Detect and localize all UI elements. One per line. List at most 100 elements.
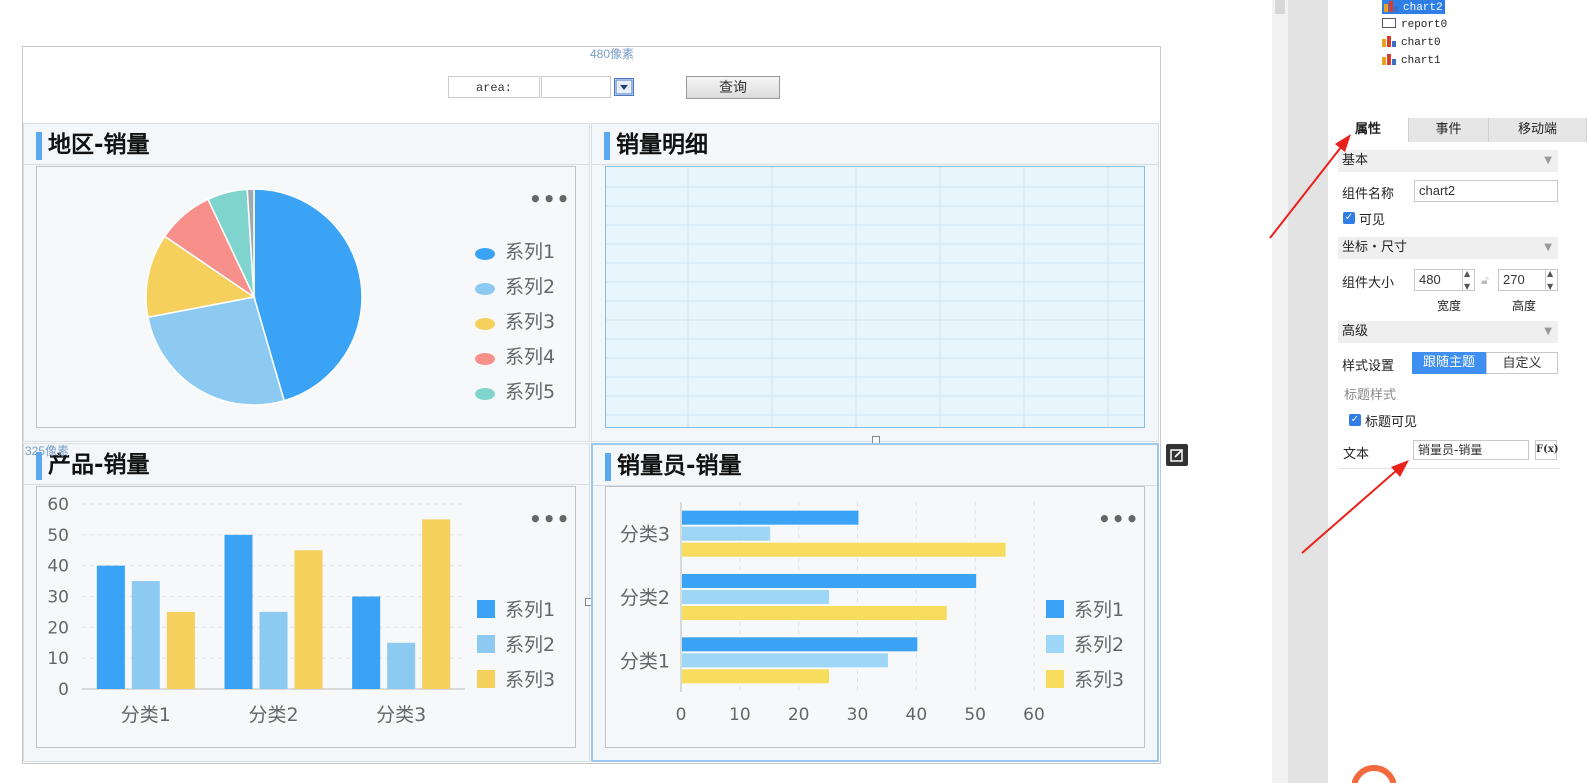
area-param-input[interactable] [541, 76, 611, 98]
bar [682, 574, 977, 588]
legend-label: 系列2 [505, 634, 556, 656]
title-text-input[interactable]: 销量员-销量 [1413, 440, 1529, 460]
legend-item[interactable]: 系列1 [475, 237, 555, 264]
tab-mobile[interactable]: 移动端 [1489, 118, 1587, 142]
legend-label: 系列1 [505, 599, 556, 621]
legend-label: 系列4 [505, 346, 556, 368]
bar [682, 637, 918, 652]
legend-label: 系列3 [1074, 669, 1125, 691]
legend-item[interactable]: 系列5 [475, 377, 555, 404]
edit-icon[interactable] [1166, 444, 1188, 466]
section-advanced[interactable]: 高级 ▼ [1338, 321, 1558, 343]
legend-item[interactable]: 系列4 [475, 342, 555, 369]
legend-label: 系列3 [505, 669, 556, 691]
legend-swatch [1046, 635, 1064, 653]
bar [682, 669, 830, 684]
style-follow-theme-button[interactable]: 跟随主题 [1412, 352, 1486, 374]
legend-item[interactable]: 系列2 [1046, 630, 1124, 657]
tree-item-chart1[interactable]: chart1 [1382, 53, 1441, 67]
x-tick-label: 50 [964, 705, 986, 725]
title-style-label: 标题样式 [1344, 388, 1397, 403]
chevron-down-icon: ▼ [1544, 155, 1552, 166]
tab-events[interactable]: 事件 [1409, 118, 1489, 142]
legend-item[interactable]: 系列3 [475, 307, 555, 334]
section-basic[interactable]: 基本 ▼ [1338, 150, 1558, 172]
hbar-chart-area[interactable]: ••• 0 10 20 30 40 50 60 分类1 分类2 分类3 系列1 系列2 系列3 [605, 486, 1145, 748]
area-param-label: area: [448, 76, 540, 98]
bar [682, 606, 947, 620]
legend-label: 系列1 [505, 241, 556, 263]
style-setting-label: 样式设置 [1342, 359, 1395, 374]
section-coordinates[interactable]: 坐标・尺寸 ▼ [1338, 237, 1558, 259]
annotation-arrow-icon [1269, 134, 1351, 239]
height-stepper[interactable] [1545, 269, 1558, 291]
legend-swatch [475, 353, 495, 365]
y-tick-label: 10 [47, 649, 69, 669]
bar [224, 534, 253, 689]
legend-swatch [475, 388, 495, 400]
legend-item[interactable]: 系列1 [477, 595, 555, 622]
tree-item-chart0[interactable]: chart0 [1382, 35, 1441, 49]
bar [352, 596, 381, 689]
chart-icon [1382, 53, 1396, 65]
y-tick-label: 50 [47, 526, 69, 546]
sales-detail-table[interactable] [605, 166, 1145, 428]
y-tick-label: 0 [58, 680, 69, 700]
style-custom-button[interactable]: 自定义 [1486, 352, 1558, 374]
legend-label: 系列2 [1074, 634, 1125, 656]
panel-title: 销量明细 [592, 124, 1158, 165]
legend-item[interactable]: 系列3 [477, 665, 555, 692]
height-caption: 高度 [1512, 299, 1537, 313]
bar [682, 510, 859, 525]
legend-swatch [1046, 670, 1064, 688]
dropdown-arrow-icon[interactable] [614, 78, 634, 96]
scrollbar-thumb[interactable] [1275, 0, 1285, 14]
query-button[interactable]: 查询 [686, 76, 780, 99]
x-tick-label: 0 [676, 705, 687, 725]
bar [682, 653, 888, 668]
legend-swatch [475, 318, 495, 330]
panel-title: 销量员-销量 [593, 445, 1157, 486]
tree-item-chart2[interactable]: chart2 [1382, 0, 1445, 14]
width-caption: 宽度 [1437, 299, 1462, 313]
legend-swatch [475, 283, 495, 295]
chevron-down-icon: ▼ [1544, 242, 1552, 253]
height-ruler-label: 325像素 [25, 444, 70, 458]
y-tick-label: 20 [47, 618, 69, 638]
panel-title: 产品-销量 [24, 444, 589, 485]
component-size-label: 组件大小 [1342, 276, 1395, 291]
y-tick-label: 40 [47, 557, 69, 577]
panel-title: 地区-销量 [24, 124, 589, 165]
x-category-label: 分类2 [248, 704, 298, 726]
chart-icon [1382, 35, 1396, 47]
legend-swatch [477, 600, 495, 618]
x-tick-label: 20 [788, 705, 810, 725]
width-stepper[interactable] [1462, 269, 1475, 291]
legend-label: 系列3 [505, 311, 556, 333]
bar [166, 611, 195, 689]
component-name-input[interactable]: chart2 [1414, 180, 1558, 202]
x-tick-label: 60 [1023, 705, 1045, 725]
legend-item[interactable]: 系列2 [475, 272, 555, 299]
bar-chart-area[interactable]: ••• 0 10 20 30 40 50 60 分类1 分类2 分类3 系列1 系列2 系列3 [36, 486, 576, 748]
pie-chart-area[interactable]: ••• 系列1 系列2 系列3 系列4 系列5 [36, 166, 576, 428]
bar [294, 550, 323, 689]
x-tick-label: 30 [847, 705, 869, 725]
legend-label: 系列2 [505, 276, 556, 298]
formula-button[interactable]: F(x) [1535, 440, 1559, 460]
side-gutter [1288, 0, 1328, 783]
x-category-label: 分类1 [121, 704, 171, 726]
report-icon [1382, 17, 1396, 29]
tree-item-report0[interactable]: report0 [1382, 17, 1447, 31]
property-tabs: 属性 事件 移动端 [1328, 118, 1587, 142]
canvas-scrollbar[interactable] [1272, 0, 1288, 783]
bar [682, 542, 1006, 557]
lock-icon[interactable]: 🔓︎ [1481, 273, 1489, 288]
legend-item[interactable]: 系列1 [1046, 595, 1124, 622]
legend-item[interactable]: 系列3 [1046, 665, 1124, 692]
title-visible-checkbox[interactable]: ✓ [1349, 414, 1361, 426]
bar [131, 581, 160, 689]
chart-icon [1384, 0, 1398, 12]
y-category-label: 分类2 [620, 587, 670, 609]
legend-item[interactable]: 系列2 [477, 630, 555, 657]
